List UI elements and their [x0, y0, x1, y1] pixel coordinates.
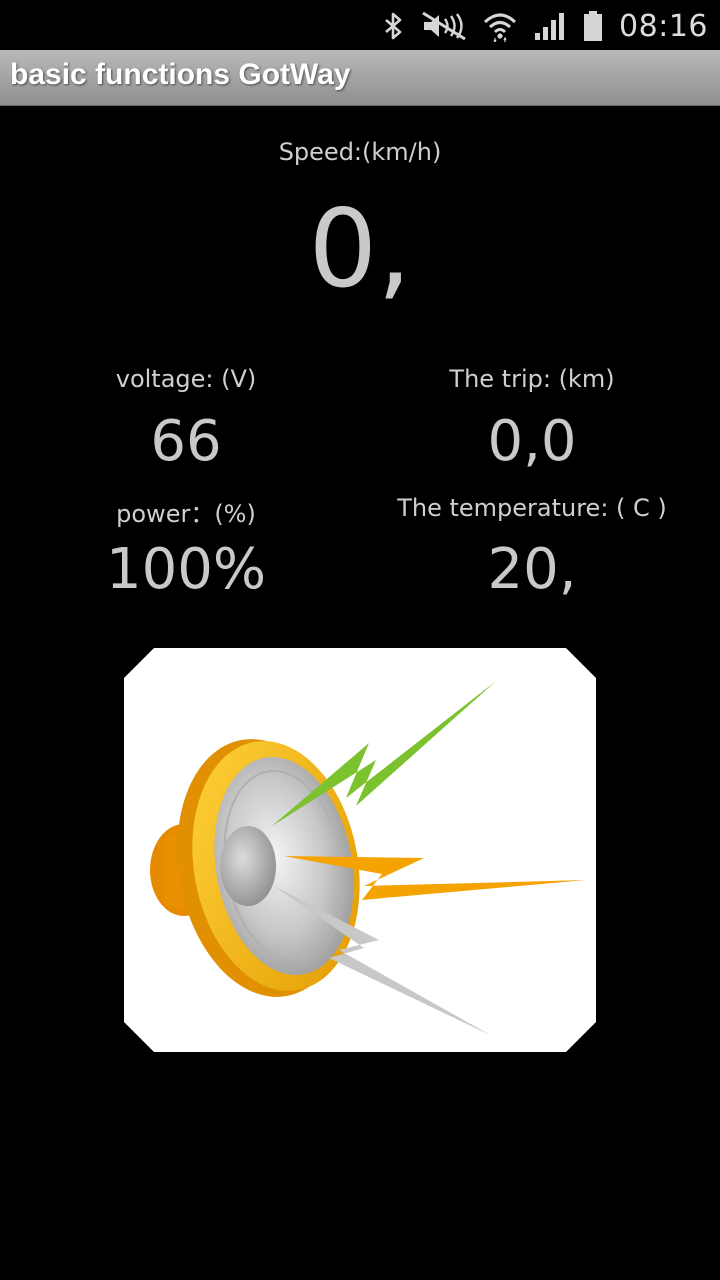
speaker-icon — [150, 681, 586, 1036]
trip-label: The trip: (km) — [449, 365, 615, 393]
mute-icon — [421, 11, 467, 41]
bluetooth-icon — [383, 11, 405, 41]
status-time: 08:16 — [619, 8, 708, 44]
signal-icon — [533, 11, 567, 41]
temperature-label: The temperature: ( C ) — [397, 494, 667, 522]
battery-icon — [583, 10, 603, 42]
voltage-value: 66 — [150, 409, 222, 474]
speed-label: Speed:(km/h) — [278, 138, 442, 166]
voltage-label: voltage: (V) — [115, 365, 257, 393]
speaker-button[interactable] — [124, 648, 596, 1052]
trip-value: 0,0 — [487, 409, 577, 474]
app-title: basic functions GotWay — [10, 58, 351, 91]
wifi-icon — [483, 10, 517, 42]
status-icons: 08:16 — [383, 8, 708, 44]
temperature-value: 20, — [487, 537, 577, 602]
power-label: power：(%) — [116, 500, 256, 528]
status-bar: 08:16 — [0, 0, 720, 50]
app-title-bar: basic functions GotWay — [0, 50, 720, 106]
power-value: 100% — [105, 537, 267, 602]
speed-value: 0, — [308, 187, 412, 312]
